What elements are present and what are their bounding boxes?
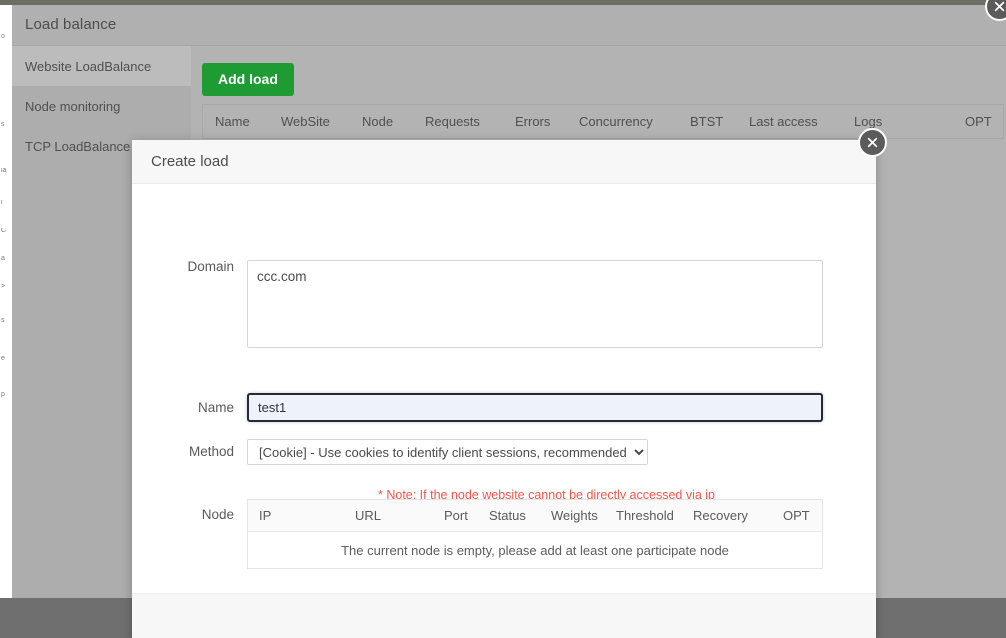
sidebar-item-label: Website LoadBalance [25, 59, 151, 74]
field-row-name: Name [132, 393, 823, 422]
column-header-btst: BTST [690, 114, 723, 129]
domain-label: Domain [132, 260, 247, 348]
column-header-website: WebSite [281, 114, 330, 129]
node-empty-message: The current node is empty, please add at… [248, 532, 822, 568]
column-header-name: Name [215, 114, 250, 129]
column-header-requests: Requests [425, 114, 480, 129]
sidebar-item-label: Node monitoring [25, 99, 120, 114]
method-select[interactable]: [Cookie] - Use cookies to identify clien… [247, 439, 648, 465]
node-column-weights: Weights [551, 508, 598, 523]
sidebar-item-label: TCP LoadBalance [25, 139, 130, 154]
screen: o s ia i C a > s e p Load balance Websit… [0, 0, 1006, 638]
dialog-header: Create load [132, 140, 876, 184]
node-label: Node [132, 499, 247, 569]
column-header-node: Node [362, 114, 393, 129]
node-column-port: Port [444, 508, 468, 523]
node-table: IP URL Port Status Weights Threshold Rec… [247, 499, 823, 569]
close-icon[interactable] [858, 128, 887, 157]
method-label: Method [132, 439, 247, 465]
app-header: Load balance [12, 5, 1006, 46]
domain-input[interactable]: ccc.com [247, 260, 823, 348]
node-column-threshold: Threshold [616, 508, 674, 523]
create-load-dialog: Create load Domain ccc.com * Note: If th… [132, 140, 876, 638]
backdrop-bottom-right [876, 598, 1006, 638]
field-row-domain: Domain ccc.com [132, 260, 823, 348]
node-table-header: IP URL Port Status Weights Threshold Rec… [248, 500, 822, 532]
name-label: Name [132, 393, 247, 422]
field-row-node: Node IP URL Port Status Weights Threshol… [132, 499, 823, 569]
column-header-errors: Errors [515, 114, 550, 129]
dialog-body: Domain ccc.com * Note: If the node websi… [132, 184, 876, 593]
node-column-opt: OPT [783, 508, 810, 523]
node-column-recovery: Recovery [693, 508, 748, 523]
sidebar-item-node-monitoring[interactable]: Node monitoring [12, 86, 191, 126]
column-header-opt: OPT [965, 114, 992, 129]
sidebar-item-website-loadbalance[interactable]: Website LoadBalance [12, 46, 191, 86]
column-header-logs: Logs [854, 114, 882, 129]
column-header-last-access: Last access [749, 114, 818, 129]
node-column-url: URL [355, 508, 381, 523]
node-column-status: Status [489, 508, 526, 523]
dialog-title: Create load [132, 153, 229, 170]
field-row-method: Method [Cookie] - Use cookies to identif… [132, 439, 648, 465]
add-load-button[interactable]: Add load [202, 63, 294, 96]
node-column-ip: IP [259, 508, 271, 523]
backdrop-bottom-left [0, 598, 132, 638]
column-header-concurrency: Concurrency [579, 114, 653, 129]
name-input[interactable] [247, 393, 823, 422]
background-page-sliver: o s ia i C a > s e p [0, 0, 12, 638]
page-title: Load balance [25, 16, 116, 33]
dialog-footer [132, 593, 876, 638]
top-strip [0, 0, 1006, 5]
